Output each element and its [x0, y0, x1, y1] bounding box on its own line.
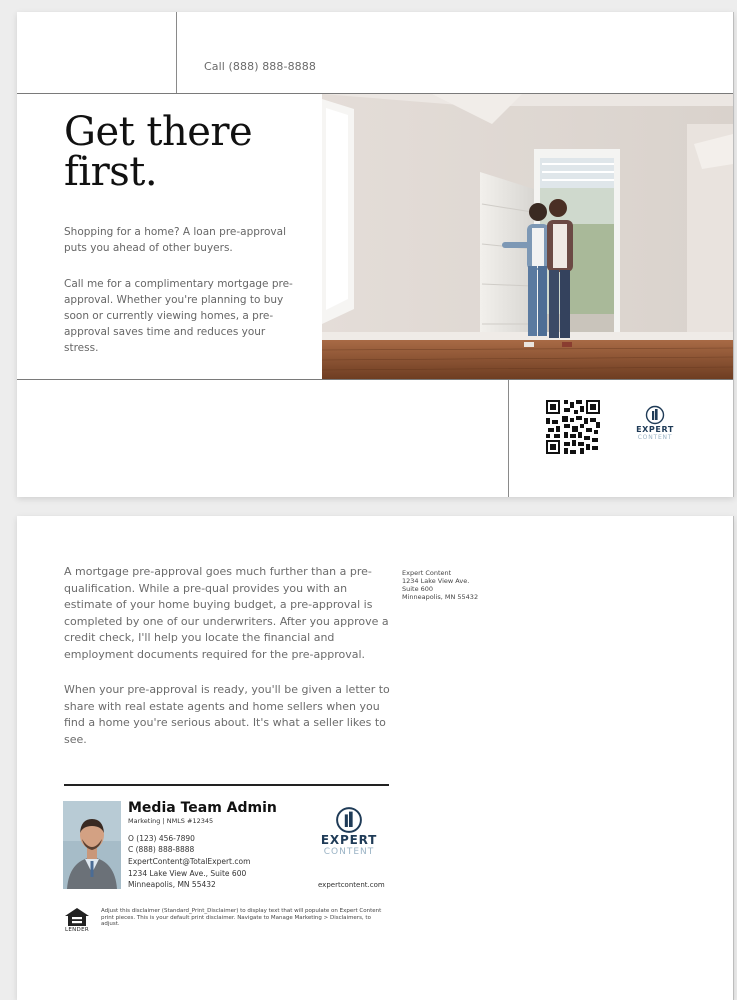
hero-photo [322, 94, 733, 379]
couple-in-doorway-image [322, 94, 733, 379]
divider [508, 380, 509, 497]
equal-housing-lender: LENDER [62, 907, 92, 933]
agent-office-phone[interactable]: O (123) 456-7890 [128, 833, 195, 844]
headline-line2: first. [64, 149, 158, 195]
return-address-line: 1234 Lake View Ave. [402, 577, 470, 585]
brand-name-line1: EXPERT [320, 833, 378, 847]
signature-divider [64, 784, 389, 786]
agent-cell-phone[interactable]: C (888) 888-8888 [128, 844, 194, 855]
brand-name-line2: CONTENT [323, 847, 375, 857]
return-address: Expert Content 1234 Lake View Ave. Suite… [402, 569, 522, 601]
brand-name-line2: CONTENT [637, 434, 673, 441]
return-address-line: Suite 600 [402, 585, 434, 593]
divider [176, 12, 177, 94]
return-address-line: Expert Content [402, 569, 452, 577]
divider [17, 379, 733, 380]
back-paragraph-1: A mortgage pre-approval goes much furthe… [64, 565, 389, 661]
agent-title: Marketing | NMLS #12345 [128, 817, 214, 825]
agent-portrait-image [63, 801, 121, 889]
brand-logo-small: EXPERT CONTENT [628, 405, 682, 441]
agent-photo [63, 801, 121, 889]
building-logo-icon [645, 405, 665, 425]
website-link[interactable]: expertcontent.com [318, 880, 385, 891]
building-logo-icon [336, 807, 362, 833]
agent-address-line2: Minneapolis, MN 55432 [128, 880, 216, 889]
intro-paragraph: Shopping for a home? A loan pre-approval… [64, 226, 287, 254]
agent-email[interactable]: ExpertContent@TotalExpert.com [128, 856, 250, 867]
brand-logo-large: EXPERT CONTENT [318, 806, 380, 857]
headline: Get there first. [64, 112, 314, 192]
agent-address-line1: 1234 Lake View Ave., Suite 600 [128, 869, 247, 878]
header-phone: Call (888) 888-8888 [204, 60, 316, 73]
qr-code [546, 400, 600, 454]
offer-paragraph: Call me for a complimentary mortgage pre… [64, 278, 293, 354]
brand-name-line1: EXPERT [636, 425, 674, 434]
headline-line1: Get there [64, 109, 253, 155]
equal-housing-icon [65, 908, 89, 926]
agent-name: Media Team Admin [128, 800, 277, 816]
ehl-label: LENDER [65, 927, 89, 933]
return-address-line: Minneapolis, MN 55432 [402, 593, 479, 601]
disclaimer-text: Adjust this disclaimer (Standard_Print_D… [101, 908, 382, 927]
back-paragraph-2: When your pre-approval is ready, you'll … [64, 683, 390, 746]
